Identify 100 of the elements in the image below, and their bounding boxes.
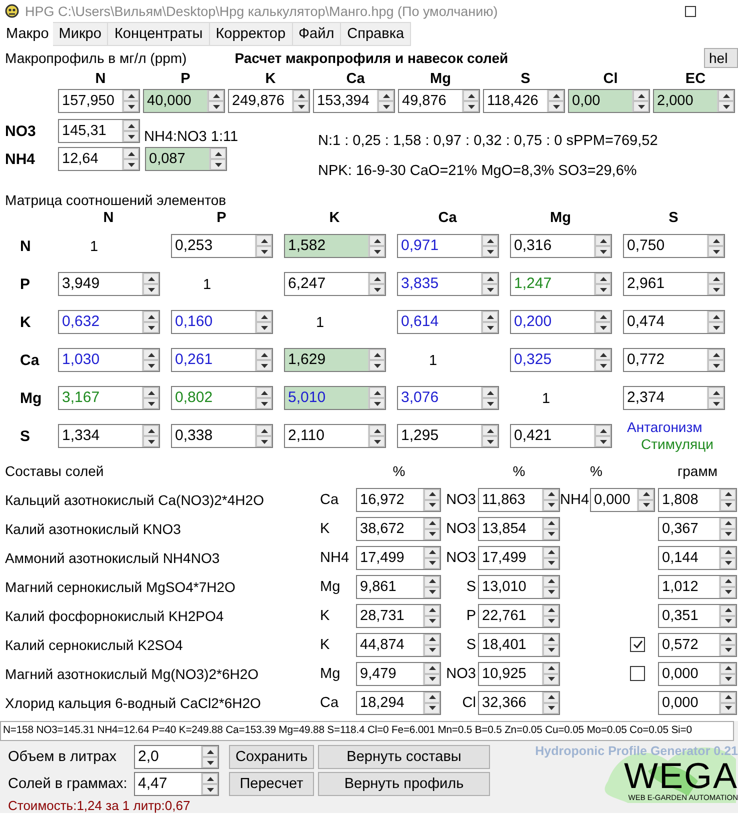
number-field[interactable]: 0,325 <box>510 348 612 372</box>
spin-down-button[interactable] <box>208 101 224 112</box>
number-field[interactable]: 9,861 <box>356 574 441 598</box>
spin-down-button[interactable] <box>718 101 734 112</box>
spin-up-button[interactable] <box>720 546 736 558</box>
number-field[interactable]: 0,00 <box>568 89 650 113</box>
number-field[interactable]: 16,972 <box>356 488 441 512</box>
spin-down-button[interactable] <box>424 586 440 598</box>
spin-down-button[interactable] <box>143 436 159 447</box>
spin-down-button[interactable] <box>424 702 440 714</box>
spin-up-button[interactable] <box>543 488 559 500</box>
tab[interactable]: Файл <box>292 22 342 46</box>
spin-up-button[interactable] <box>424 662 440 674</box>
tab[interactable]: Справка <box>341 22 412 46</box>
number-field[interactable]: 32,366 <box>478 690 560 714</box>
spin-up-button[interactable] <box>720 692 736 702</box>
number-field[interactable]: 6,247 <box>284 272 386 296</box>
spin-down-button[interactable] <box>708 284 724 295</box>
number-field[interactable]: 0,572 <box>658 632 737 656</box>
action-button[interactable]: Пересчет <box>229 772 314 796</box>
spin-down-button[interactable] <box>482 398 498 409</box>
spin-up-button[interactable] <box>543 692 559 702</box>
number-field[interactable]: 44,874 <box>356 632 441 656</box>
number-field[interactable]: 0,772 <box>623 348 725 372</box>
spin-down-button[interactable] <box>708 398 724 409</box>
spin-down-button[interactable] <box>638 500 654 510</box>
number-field[interactable]: 0,802 <box>171 386 273 410</box>
number-field[interactable]: 118,426 <box>483 89 565 113</box>
spin-up-button[interactable] <box>633 90 649 101</box>
spin-up-button[interactable] <box>720 662 736 674</box>
spin-up-button[interactable] <box>595 273 611 284</box>
number-field[interactable]: 0,632 <box>58 310 160 334</box>
number-field[interactable]: 1,582 <box>284 234 386 258</box>
spin-down-button[interactable] <box>369 398 385 409</box>
spin-down-button[interactable] <box>424 674 440 684</box>
status-text-field[interactable]: N=158 NO3=145.31 NH4=12.64 P=40 K=249.88 Ca=153.39 Mg=49.88 S=118.4 Cl=0 Fe=6.001 Mn=0.5 B=0.5 Zn=0.05 Cu=0.05 Mo=0.05 Co=0.05 Si=0 <box>0 721 734 741</box>
spin-up-button[interactable] <box>143 273 159 284</box>
number-field[interactable]: 0,261 <box>171 348 273 372</box>
spin-up-button[interactable] <box>143 311 159 322</box>
spin-up-button[interactable] <box>369 425 385 436</box>
number-field[interactable]: 11,863 <box>478 488 560 512</box>
spin-down-button[interactable] <box>424 528 440 540</box>
number-field[interactable]: 0,367 <box>658 516 737 540</box>
number-field[interactable]: 0,253 <box>171 234 273 258</box>
spin-down-button[interactable] <box>202 784 218 795</box>
number-field[interactable]: 0,144 <box>658 546 737 570</box>
spin-up-button[interactable] <box>708 387 724 398</box>
spin-down-button[interactable] <box>256 436 272 447</box>
spin-up-button[interactable] <box>256 235 272 246</box>
spin-down-button[interactable] <box>720 674 736 684</box>
spin-up-button[interactable] <box>543 634 559 644</box>
spin-down-button[interactable] <box>548 101 564 112</box>
spin-up-button[interactable] <box>424 546 440 558</box>
spin-down-button[interactable] <box>720 528 736 540</box>
spin-down-button[interactable] <box>595 322 611 333</box>
spin-up-button[interactable] <box>424 692 440 702</box>
spin-down-button[interactable] <box>708 360 724 371</box>
spin-up-button[interactable] <box>256 311 272 322</box>
spin-up-button[interactable] <box>720 576 736 586</box>
spin-down-button[interactable] <box>482 322 498 333</box>
spin-down-button[interactable] <box>720 500 736 510</box>
spin-up-button[interactable] <box>369 235 385 246</box>
spin-down-button[interactable] <box>708 246 724 257</box>
spin-down-button[interactable] <box>123 159 139 170</box>
spin-down-button[interactable] <box>293 101 309 112</box>
spin-up-button[interactable] <box>718 90 734 101</box>
spin-down-button[interactable] <box>369 360 385 371</box>
action-button[interactable]: Вернуть составы <box>318 745 490 769</box>
spin-down-button[interactable] <box>424 616 440 626</box>
spin-up-button[interactable] <box>256 425 272 436</box>
spin-up-button[interactable] <box>123 120 139 131</box>
spin-down-button[interactable] <box>543 702 559 714</box>
spin-up-button[interactable] <box>123 148 139 159</box>
spin-down-button[interactable] <box>595 360 611 371</box>
spin-down-button[interactable] <box>143 284 159 295</box>
tab[interactable]: Корректор <box>210 22 293 46</box>
number-field[interactable]: 0,614 <box>397 310 499 334</box>
spin-down-button[interactable] <box>543 500 559 510</box>
number-field[interactable]: 49,876 <box>398 89 480 113</box>
number-field[interactable]: 0,000 <box>590 488 655 512</box>
number-field[interactable]: 249,876 <box>228 89 310 113</box>
spin-down-button[interactable] <box>543 558 559 568</box>
number-field[interactable]: 3,167 <box>58 386 160 410</box>
number-field[interactable]: 0,000 <box>658 662 737 686</box>
spin-up-button[interactable] <box>424 518 440 528</box>
number-field[interactable]: 3,949 <box>58 272 160 296</box>
spin-up-button[interactable] <box>720 634 736 644</box>
spin-down-button[interactable] <box>720 644 736 656</box>
number-field[interactable]: 0,750 <box>623 234 725 258</box>
spin-up-button[interactable] <box>143 425 159 436</box>
spin-up-button[interactable] <box>543 662 559 674</box>
spin-up-button[interactable] <box>256 349 272 360</box>
number-field[interactable]: 17,499 <box>356 546 441 570</box>
number-field[interactable]: 0,316 <box>510 234 612 258</box>
help-button[interactable]: hel <box>704 48 738 68</box>
spin-up-button[interactable] <box>482 273 498 284</box>
spin-up-button[interactable] <box>595 235 611 246</box>
spin-up-button[interactable] <box>424 488 440 500</box>
spin-up-button[interactable] <box>543 518 559 528</box>
action-button[interactable]: Вернуть профиль <box>318 772 490 796</box>
